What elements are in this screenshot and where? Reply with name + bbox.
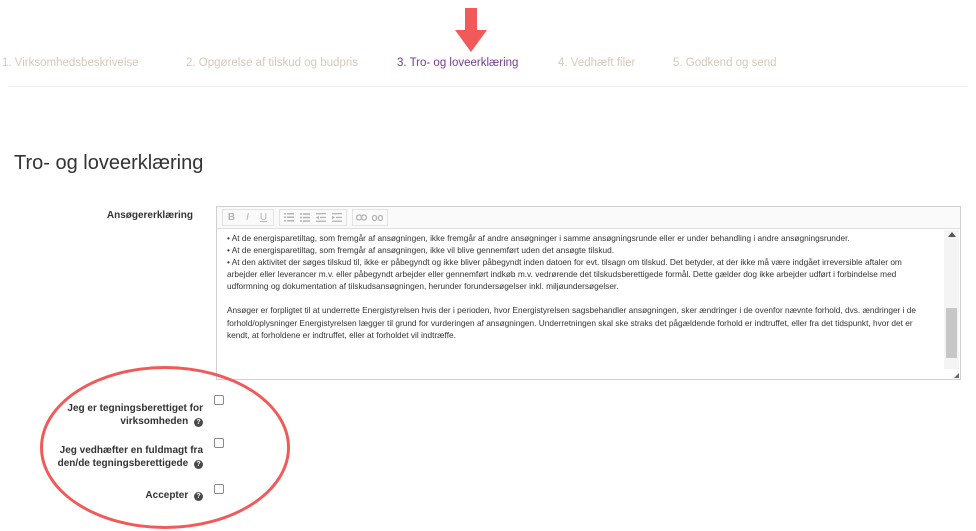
editor-scrollbar[interactable]: [944, 230, 959, 369]
power-of-attorney-checkbox[interactable]: [214, 438, 224, 448]
editor-content[interactable]: • At de energisparetiltag, som fremgår a…: [217, 230, 942, 371]
link-icon[interactable]: [354, 210, 369, 226]
declaration-bullet-1: • At de energisparetiltag, som fremgår a…: [227, 233, 850, 243]
declaration-bullet-3: • At den aktivitet der søges tilskud til…: [227, 257, 902, 292]
link-button-group: [352, 209, 388, 226]
list-button-group: [279, 209, 347, 226]
help-icon[interactable]: ?: [194, 418, 203, 427]
outdent-icon[interactable]: [313, 210, 328, 226]
format-button-group: B I U: [222, 209, 274, 226]
underline-button[interactable]: U: [256, 210, 271, 226]
scrollbar-thumb[interactable]: [946, 308, 957, 358]
accept-label-text: Accepter: [145, 490, 189, 501]
unordered-list-icon[interactable]: [297, 210, 312, 226]
help-icon[interactable]: ?: [194, 492, 203, 501]
wizard-steps: 1. Virksomhedsbeskrivelse 2. Opgørelse a…: [0, 57, 976, 77]
signatory-label-text: Jeg er tegningsberettiget for virksomhed…: [67, 403, 203, 427]
help-icon[interactable]: ?: [194, 460, 203, 469]
step-1-virksomhedsbeskrivelse[interactable]: 1. Virksomhedsbeskrivelse: [2, 57, 139, 69]
applicant-declaration-label: Ansøgererklæring: [106, 210, 193, 221]
steps-divider: [8, 86, 968, 87]
declaration-notice: Ansøger er forpligtet til at underrette …: [227, 305, 917, 340]
step-5-godkend-og-send[interactable]: 5. Godkend og send: [673, 57, 777, 69]
annotation-arrow-icon: [455, 8, 487, 52]
signatory-checkbox[interactable]: [214, 395, 224, 405]
power-of-attorney-label-text: Jeg vedhæfter en fuldmagt fra den/de teg…: [57, 445, 203, 469]
bold-button[interactable]: B: [224, 210, 239, 226]
unlink-icon[interactable]: [370, 210, 385, 226]
italic-button[interactable]: I: [240, 210, 255, 226]
scroll-up-icon[interactable]: [948, 232, 956, 237]
accept-checkbox[interactable]: [214, 484, 224, 494]
step-4-vedhaeft-filer[interactable]: 4. Vedhæft filer: [558, 57, 635, 69]
indent-icon[interactable]: [329, 210, 344, 226]
signatory-label: Jeg er tegningsberettiget for virksomhed…: [30, 402, 203, 428]
accept-label: Accepter ?: [30, 489, 203, 502]
declaration-bullet-2: • At de energisparetiltag, som fremgår a…: [227, 245, 615, 256]
applicant-declaration-editor[interactable]: B I U • At de energisparetiltag, som fre…: [216, 206, 961, 380]
page-title: Tro- og loveerklæring: [14, 152, 204, 174]
step-2-opgoerelse[interactable]: 2. Opgørelse af tilskud og budpris: [186, 57, 358, 69]
editor-toolbar: B I U: [217, 207, 960, 229]
step-3-tro-og-loveerklaering[interactable]: 3. Tro- og loveerklæring: [397, 57, 518, 69]
power-of-attorney-label: Jeg vedhæfter en fuldmagt fra den/de teg…: [30, 444, 203, 470]
ordered-list-icon[interactable]: [281, 210, 296, 226]
resize-grip-icon[interactable]: [954, 373, 959, 378]
